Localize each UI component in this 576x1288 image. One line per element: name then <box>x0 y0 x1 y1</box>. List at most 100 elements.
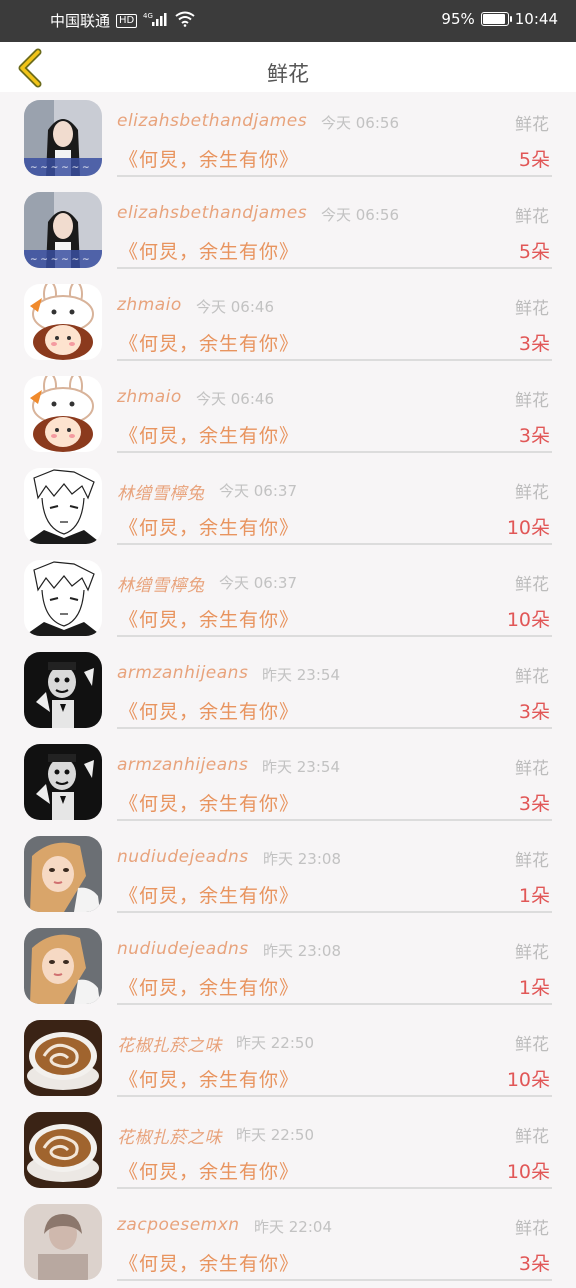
avatar[interactable] <box>24 928 102 1004</box>
list-item[interactable]: 花椒扎菸之味 昨天 22:50 鲜花 《何炅，余生有你》 10朵 <box>0 1104 576 1196</box>
gift-count: 3朵 <box>518 793 550 815</box>
avatar[interactable] <box>24 836 102 912</box>
divider <box>117 359 552 361</box>
gift-target-title: 《何炅，余生有你》 <box>119 241 300 263</box>
divider <box>117 1279 552 1281</box>
timestamp: 今天 06:37 <box>219 482 297 500</box>
timestamp: 昨天 22:50 <box>236 1034 314 1052</box>
avatar[interactable] <box>24 468 102 544</box>
avatar[interactable] <box>24 652 102 728</box>
divider <box>117 543 552 545</box>
sender-name: elizahsbethandjames <box>117 203 308 223</box>
page-title: 鲜花 <box>267 62 309 86</box>
sender-name: zhmaio <box>117 295 182 315</box>
timestamp: 昨天 22:04 <box>254 1218 332 1236</box>
list-item[interactable]: zhmaio 今天 06:46 鲜花 《何炅，余生有你》 3朵 <box>0 368 576 460</box>
avatar[interactable] <box>24 1112 102 1188</box>
gift-count: 10朵 <box>506 517 550 539</box>
list-item[interactable]: 林缯雪檸兔 今天 06:37 鲜花《何炅，余生有你》 10朵 <box>0 460 576 552</box>
sender-name: nudiudejeadns <box>117 939 249 959</box>
timestamp: 今天 06:56 <box>321 114 399 132</box>
sender-name: zhmaio <box>117 387 182 407</box>
battery-percent: 95% <box>441 10 475 28</box>
battery-icon <box>480 12 512 26</box>
gift-type-label: 鲜花 <box>515 759 549 779</box>
sender-name: nudiudejeadns <box>117 847 249 867</box>
gift-type-label: 鲜花 <box>515 943 549 963</box>
list-item[interactable]: armzanhijeans 昨天 23:54 鲜花《何炅，余生有你》 3朵 <box>0 736 576 828</box>
divider <box>117 727 552 729</box>
svg-text:~ ~ ~ ~ ~ ~: ~ ~ ~ ~ ~ ~ <box>30 163 90 173</box>
gift-count: 10朵 <box>506 1161 550 1183</box>
avatar[interactable] <box>24 744 102 820</box>
sender-name: zacpoesemxn <box>117 1215 240 1235</box>
list-item[interactable]: nudiudejeadns 昨天 23:08 鲜花《何炅，余生有你》 1朵 <box>0 828 576 920</box>
gift-count: 5朵 <box>518 149 550 171</box>
gift-type-label: 鲜花 <box>515 1035 549 1055</box>
gift-type-label: 鲜花 <box>515 575 549 595</box>
divider <box>117 451 552 453</box>
gift-target-title: 《何炅，余生有你》 <box>119 333 300 355</box>
timestamp: 昨天 23:54 <box>262 758 340 776</box>
app-header: 鲜花 <box>0 42 576 92</box>
gift-target-title: 《何炅，余生有你》 <box>119 977 300 999</box>
list-item[interactable]: zhmaio 今天 06:46 鲜花《何炅，余生有你》 3朵 <box>0 276 576 368</box>
gift-count: 3朵 <box>518 1253 550 1275</box>
list-item[interactable]: nudiudejeadns 昨天 23:08 鲜花《何炅，余生有你》 1朵 <box>0 920 576 1012</box>
gift-type-label: 鲜花 <box>515 1127 549 1147</box>
timestamp: 昨天 22:50 <box>236 1126 314 1144</box>
avatar[interactable]: ~ ~ ~ ~ ~ ~ <box>24 100 102 176</box>
gift-target-title: 《何炅，余生有你》 <box>119 793 300 815</box>
gift-record-list: ~ ~ ~ ~ ~ ~ elizahsbethandjames 今天 06:56 鲜花… <box>0 92 576 1288</box>
list-item[interactable]: 林缯雪檸兔 今天 06:37 鲜花 《何炅，余生有你》 10朵 <box>0 552 576 644</box>
gift-type-label: 鲜花 <box>515 1219 549 1239</box>
gift-target-title: 《何炅，余生有你》 <box>119 149 300 171</box>
gift-target-title: 《何炅，余生有你》 <box>119 517 300 539</box>
timestamp: 昨天 23:08 <box>263 850 341 868</box>
list-item[interactable]: ~ ~ ~ ~ ~ ~ elizahsbethandjames 今天 06:56 鲜花… <box>0 184 576 276</box>
list-item[interactable]: ~ ~ ~ ~ ~ ~ elizahsbethandjames 今天 06:56 鲜花… <box>0 92 576 184</box>
gift-target-title: 《何炅，余生有你》 <box>119 885 300 907</box>
list-item[interactable]: zacpoesemxn 昨天 22:04 鲜花 《何炅，余生有你》 3朵 <box>0 1196 576 1288</box>
timestamp: 昨天 23:08 <box>263 942 341 960</box>
gift-count: 1朵 <box>518 885 550 907</box>
gift-type-label: 鲜花 <box>515 115 549 135</box>
avatar[interactable] <box>24 1204 102 1280</box>
gift-target-title: 《何炅，余生有你》 <box>119 609 300 631</box>
gift-count: 10朵 <box>506 1069 550 1091</box>
timestamp: 昨天 23:54 <box>262 666 340 684</box>
avatar[interactable] <box>24 284 102 360</box>
gift-count: 3朵 <box>518 425 550 447</box>
gift-count: 1朵 <box>518 977 550 999</box>
divider <box>117 911 552 913</box>
gift-type-label: 鲜花 <box>515 851 549 871</box>
gift-type-label: 鲜花 <box>515 207 549 227</box>
gift-target-title: 《何炅，余生有你》 <box>119 701 300 723</box>
gift-count: 5朵 <box>518 241 550 263</box>
timestamp: 今天 06:37 <box>219 574 297 592</box>
avatar[interactable] <box>24 560 102 636</box>
hd-badge: HD <box>116 13 138 28</box>
wifi-icon <box>175 11 195 31</box>
avatar[interactable]: ~ ~ ~ ~ ~ ~ <box>24 192 102 268</box>
divider <box>117 1095 552 1097</box>
gift-count: 3朵 <box>518 333 550 355</box>
list-item[interactable]: 花椒扎菸之味 昨天 22:50 鲜花 《何炅，余生有你》 10朵 <box>0 1012 576 1104</box>
avatar[interactable] <box>24 376 102 452</box>
gift-count: 3朵 <box>518 701 550 723</box>
timestamp: 今天 06:46 <box>196 298 274 316</box>
network-type-label: 4G <box>143 12 153 20</box>
gift-type-label: 鲜花 <box>515 483 549 503</box>
divider <box>117 819 552 821</box>
divider <box>117 1003 552 1005</box>
divider <box>117 267 552 269</box>
sender-name: 林缯雪檸兔 <box>117 484 205 504</box>
gift-type-label: 鲜花 <box>515 391 549 411</box>
divider <box>117 635 552 637</box>
list-item[interactable]: armzanhijeans 昨天 23:54 鲜花 《何炅，余生有你》 3朵 <box>0 644 576 736</box>
sender-name: armzanhijeans <box>117 755 249 775</box>
sender-name: 花椒扎菸之味 <box>117 1036 222 1056</box>
gift-count: 10朵 <box>506 609 550 631</box>
gift-type-label: 鲜花 <box>515 299 549 319</box>
avatar[interactable] <box>24 1020 102 1096</box>
